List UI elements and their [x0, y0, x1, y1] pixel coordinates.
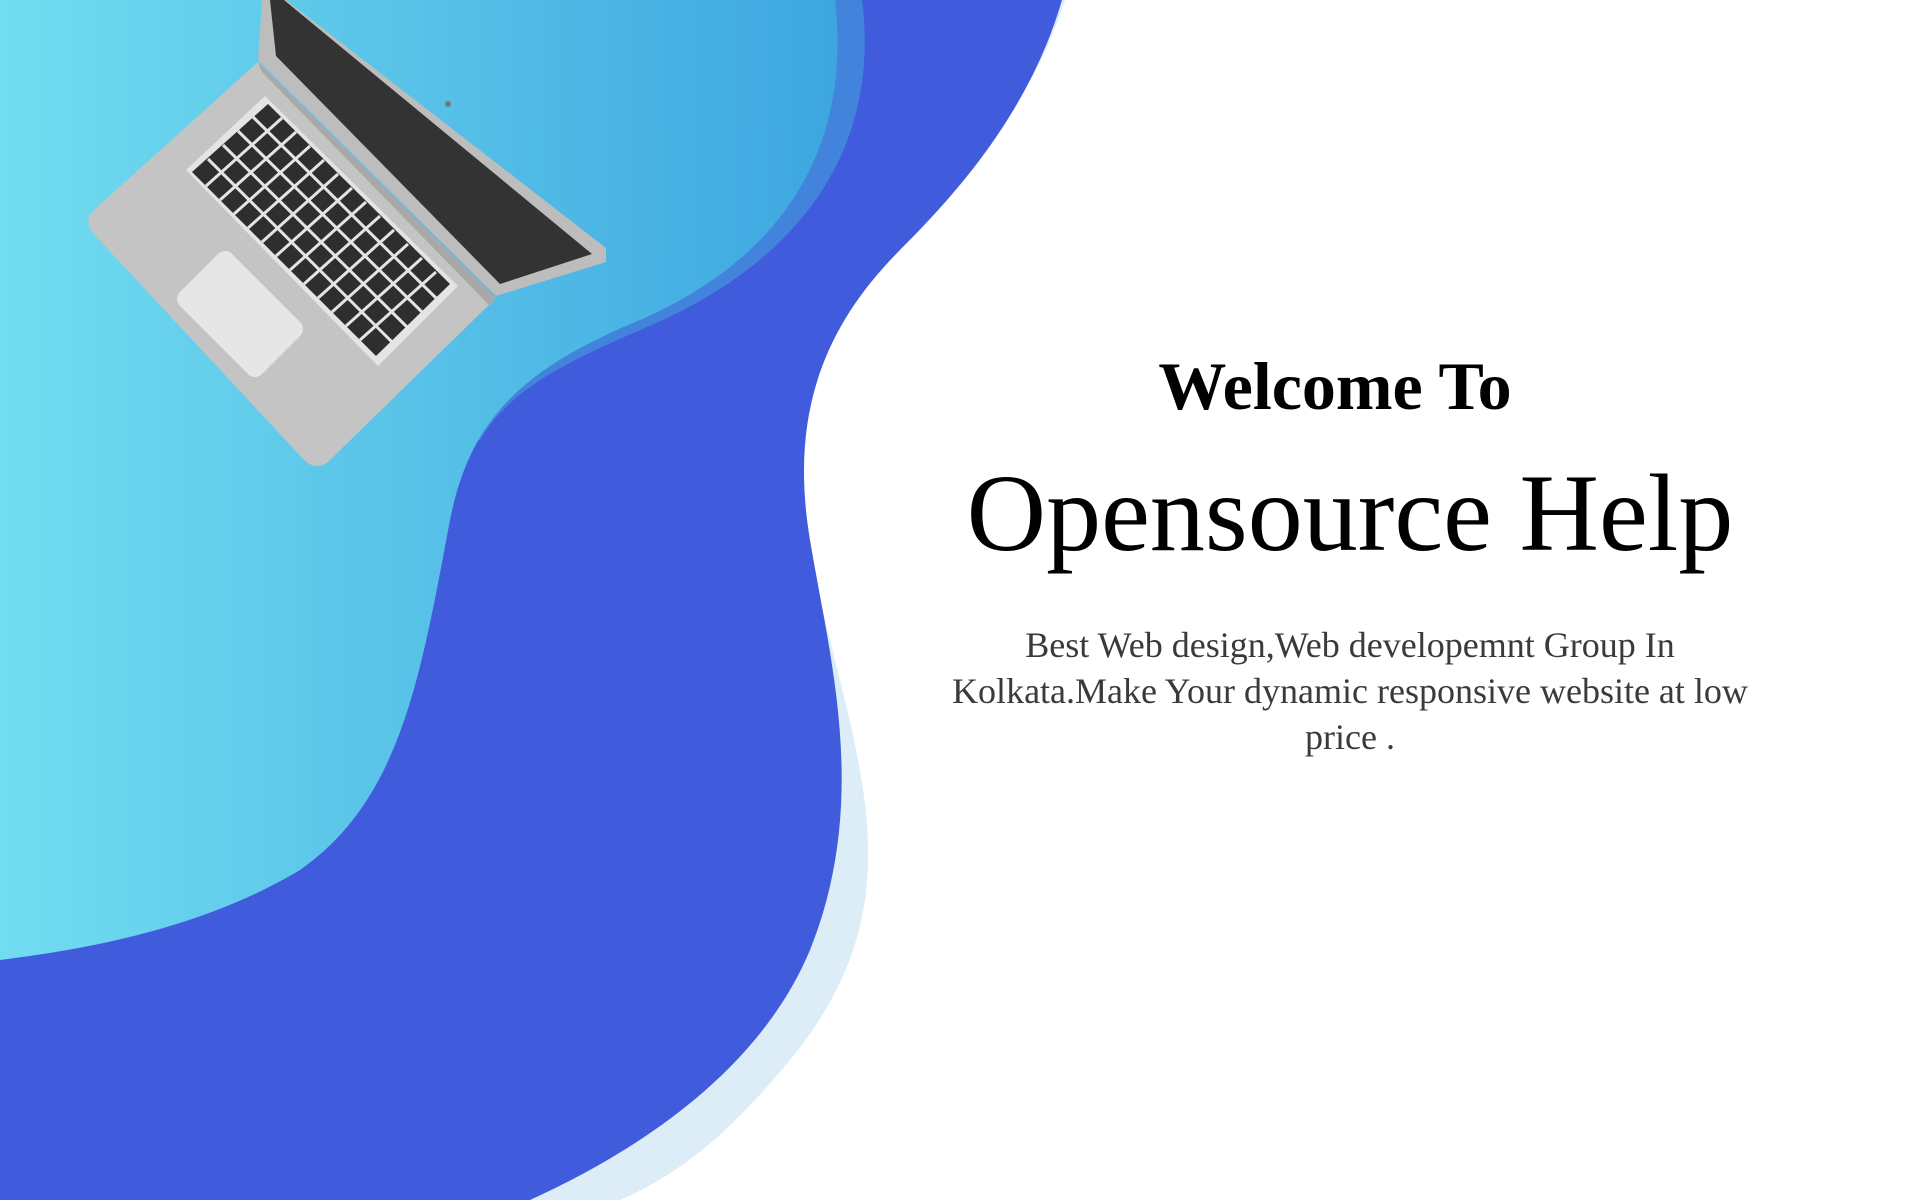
brand-title: Opensource Help — [966, 452, 1734, 574]
hero-section: Welcome To Opensource Help Best Web desi… — [930, 340, 1770, 760]
welcome-heading: Welcome To — [1158, 348, 1512, 424]
tagline-text: Best Web design,Web developemnt Group In… — [952, 625, 1748, 757]
landing-page: Welcome To Opensource Help Best Web desi… — [0, 0, 1920, 1200]
